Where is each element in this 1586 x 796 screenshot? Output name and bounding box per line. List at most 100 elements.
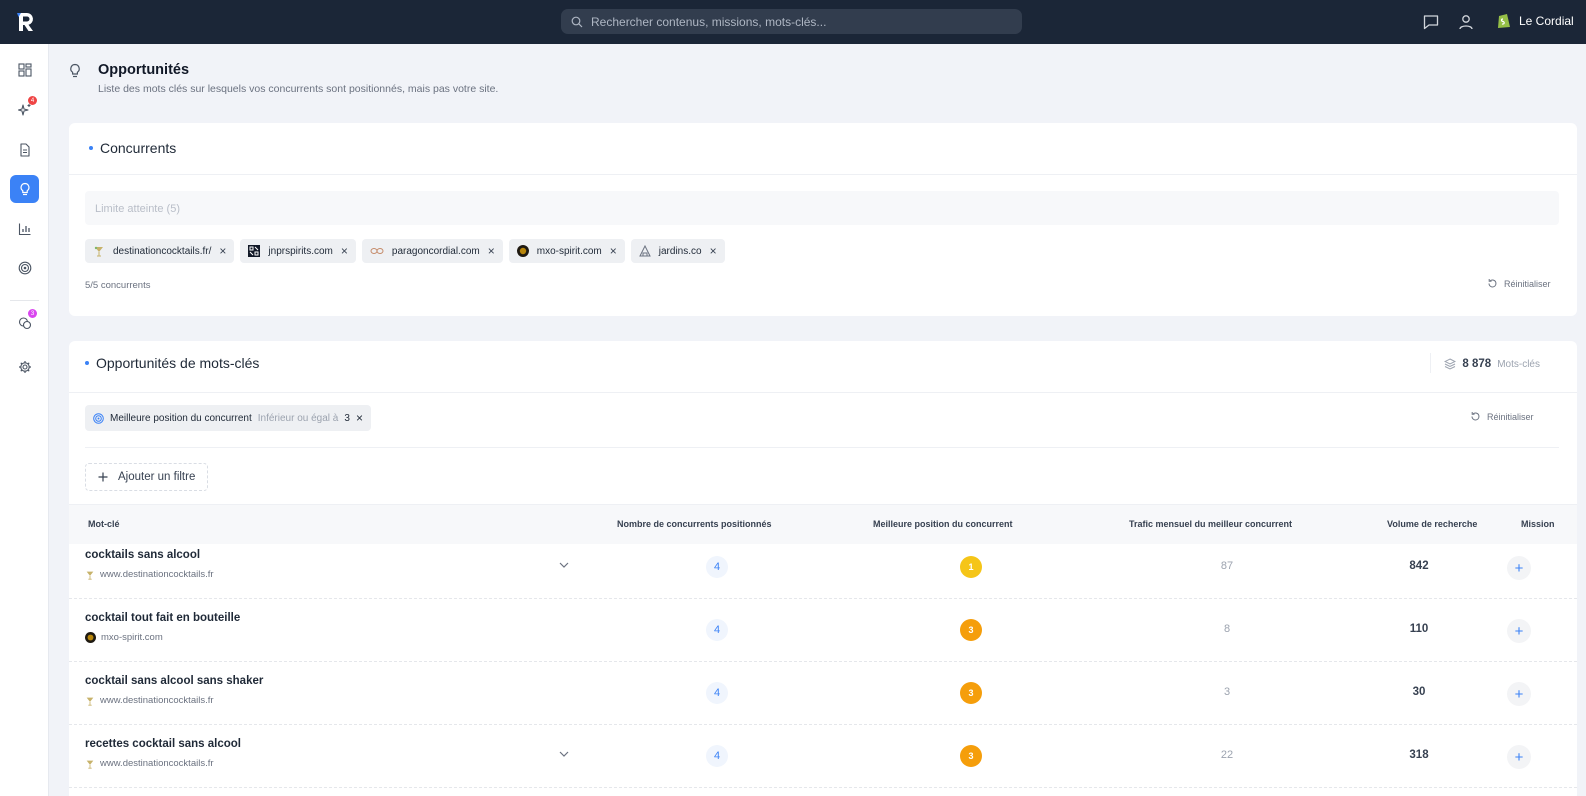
divider bbox=[85, 447, 1559, 448]
lightbulb-icon bbox=[19, 182, 30, 196]
target-icon bbox=[18, 261, 31, 275]
competitor-name: jardins.co bbox=[658, 245, 702, 257]
competitor-name: jnprspirits.com bbox=[268, 245, 333, 257]
site-url: mxo-spirit.com bbox=[101, 632, 163, 643]
sidebar-item-targets[interactable] bbox=[10, 254, 39, 282]
shopify-icon bbox=[1498, 14, 1510, 28]
add-mission-button[interactable]: + bbox=[1507, 745, 1531, 769]
position-badge: 3 bbox=[960, 745, 982, 767]
traffic-value: 3 bbox=[1223, 686, 1231, 698]
competitor-name: mxo-spirit.com bbox=[536, 245, 602, 257]
add-mission-button[interactable]: + bbox=[1507, 682, 1531, 706]
site-url: www.destinationcocktails.fr bbox=[100, 758, 214, 769]
remove-chip-icon[interactable]: × bbox=[610, 244, 617, 258]
chevron-down-icon[interactable] bbox=[559, 750, 569, 758]
account-name: Le Cordial bbox=[1519, 13, 1574, 28]
cocktail-glass-icon bbox=[86, 571, 94, 580]
column-competitors[interactable]: Nombre de concurrents positionnés bbox=[617, 519, 772, 529]
paragon-logo-icon bbox=[370, 248, 384, 254]
column-best-position[interactable]: Meilleure position du concurrent bbox=[873, 519, 1013, 529]
remove-chip-icon[interactable]: × bbox=[341, 244, 348, 258]
remove-chip-icon[interactable]: × bbox=[488, 244, 495, 258]
target-icon bbox=[93, 412, 104, 424]
competitor-chip[interactable]: paragoncordial.com × bbox=[361, 239, 503, 263]
table-row[interactable]: recettes cocktail sans alcool www.destin… bbox=[69, 725, 1577, 788]
reset-competitors-button[interactable]: Réinitialiser bbox=[1487, 278, 1551, 289]
section-dot bbox=[89, 146, 93, 150]
remove-chip-icon[interactable]: × bbox=[219, 244, 226, 258]
page-title: Opportunités bbox=[98, 62, 190, 78]
competitor-input[interactable]: Limite atteinte (5) bbox=[85, 191, 1559, 225]
search-placeholder: Rechercher contenus, missions, mots-clés… bbox=[591, 14, 827, 29]
account-switcher[interactable]: Le Cordial bbox=[1496, 12, 1574, 29]
competitor-chip[interactable]: mxo-spirit.com × bbox=[508, 239, 625, 263]
competitors-card-header: Concurrents bbox=[69, 123, 1577, 175]
column-traffic[interactable]: Trafic mensuel du meilleur concurrent bbox=[1129, 519, 1292, 529]
jardins-logo-icon bbox=[638, 245, 651, 257]
competitor-count-badge[interactable]: 4 bbox=[706, 745, 728, 767]
lightbulb-icon bbox=[70, 63, 80, 78]
position-badge: 3 bbox=[960, 682, 982, 704]
document-icon bbox=[19, 143, 30, 157]
competitor-count-badge[interactable]: 4 bbox=[706, 619, 728, 641]
mxo-logo-icon bbox=[516, 245, 529, 257]
plus-icon bbox=[98, 472, 108, 482]
volume-value: 318 bbox=[1409, 749, 1429, 761]
traffic-value: 8 bbox=[1223, 623, 1231, 635]
reset-label: Réinitialiser bbox=[1487, 411, 1534, 422]
global-search-input[interactable]: Rechercher contenus, missions, mots-clés… bbox=[561, 9, 1022, 34]
keyword-count-label: Mots-clés bbox=[1497, 358, 1540, 370]
add-mission-button[interactable]: + bbox=[1507, 619, 1531, 643]
sidebar-item-settings[interactable] bbox=[10, 353, 39, 381]
keyword-text: cocktails sans alcool bbox=[85, 549, 201, 561]
column-mission: Mission bbox=[1521, 519, 1555, 529]
table-row[interactable]: cocktail tout fait en bouteille mxo-spir… bbox=[69, 599, 1577, 662]
competitor-chip[interactable]: destinationcocktails.fr/ × bbox=[85, 239, 235, 263]
reset-filters-button[interactable]: Réinitialiser bbox=[1470, 411, 1534, 422]
sidebar-item-opportunities[interactable] bbox=[10, 175, 39, 203]
remove-chip-icon[interactable]: × bbox=[710, 244, 717, 258]
opportunities-card: Opportunités de mots-clés 8 878 Mots-clé… bbox=[69, 341, 1577, 796]
competitor-chip[interactable]: jardins.co × bbox=[630, 239, 725, 263]
competitor-count-badge[interactable]: 4 bbox=[706, 682, 728, 704]
keyword-count: 8 878 Mots-clés bbox=[1444, 358, 1540, 370]
chevron-down-icon[interactable] bbox=[559, 561, 569, 569]
traffic-value: 87 bbox=[1220, 560, 1234, 572]
app-logo[interactable] bbox=[14, 10, 38, 34]
site-url: www.destinationcocktails.fr bbox=[100, 569, 214, 580]
add-filter-button[interactable]: Ajouter un filtre bbox=[85, 463, 209, 491]
filter-field: Meilleure position du concurrent bbox=[110, 412, 252, 424]
page-subtitle: Liste des mots clés sur lesquels vos con… bbox=[98, 83, 499, 95]
sparkles-icon bbox=[17, 104, 30, 116]
header-divider bbox=[1430, 353, 1431, 373]
active-filter-chip[interactable]: Meilleure position du concurrent Inférie… bbox=[85, 405, 371, 431]
table-row[interactable]: cocktail sans alcool sans shaker www.des… bbox=[69, 662, 1577, 725]
chat-icon[interactable] bbox=[1422, 13, 1440, 31]
keyword-site: www.destinationcocktails.fr bbox=[85, 695, 214, 706]
column-keyword[interactable]: Mot-clé bbox=[88, 519, 120, 529]
add-mission-button[interactable]: + bbox=[1507, 556, 1531, 580]
competitors-card: Concurrents Limite atteinte (5) destinat… bbox=[69, 123, 1577, 316]
sidebar-item-missions[interactable]: 4 bbox=[10, 96, 39, 124]
opportunities-card-header: Opportunités de mots-clés 8 878 Mots-clé… bbox=[69, 341, 1577, 393]
position-badge: 1 bbox=[960, 556, 982, 578]
sidebar-item-analytics[interactable] bbox=[10, 215, 39, 243]
sidebar-item-contents[interactable] bbox=[10, 136, 39, 164]
top-bar: Rechercher contenus, missions, mots-clés… bbox=[0, 0, 1586, 44]
mxo-logo-icon bbox=[85, 632, 96, 643]
keyword-text: recettes cocktail sans alcool bbox=[85, 738, 241, 750]
competitor-chip[interactable]: jnprspirits.com × bbox=[240, 239, 356, 263]
competitor-count-badge[interactable]: 4 bbox=[706, 556, 728, 578]
position-badge: 3 bbox=[960, 619, 982, 641]
sidebar-divider bbox=[10, 300, 39, 301]
reset-icon bbox=[1488, 279, 1497, 288]
opportunities-title: Opportunités de mots-clés bbox=[96, 355, 260, 371]
remove-filter-icon[interactable]: × bbox=[356, 411, 363, 425]
user-icon[interactable] bbox=[1457, 13, 1475, 31]
column-volume[interactable]: Volume de recherche bbox=[1387, 519, 1477, 529]
table-row[interactable]: cocktails sans alcool www.destinationcoc… bbox=[69, 536, 1577, 599]
sidebar-item-credits[interactable]: 3 bbox=[10, 309, 39, 337]
sidebar: 4 3 bbox=[0, 44, 49, 796]
sidebar-item-dashboard[interactable] bbox=[10, 56, 39, 84]
competitor-count: 5/5 concurrents bbox=[85, 280, 151, 291]
